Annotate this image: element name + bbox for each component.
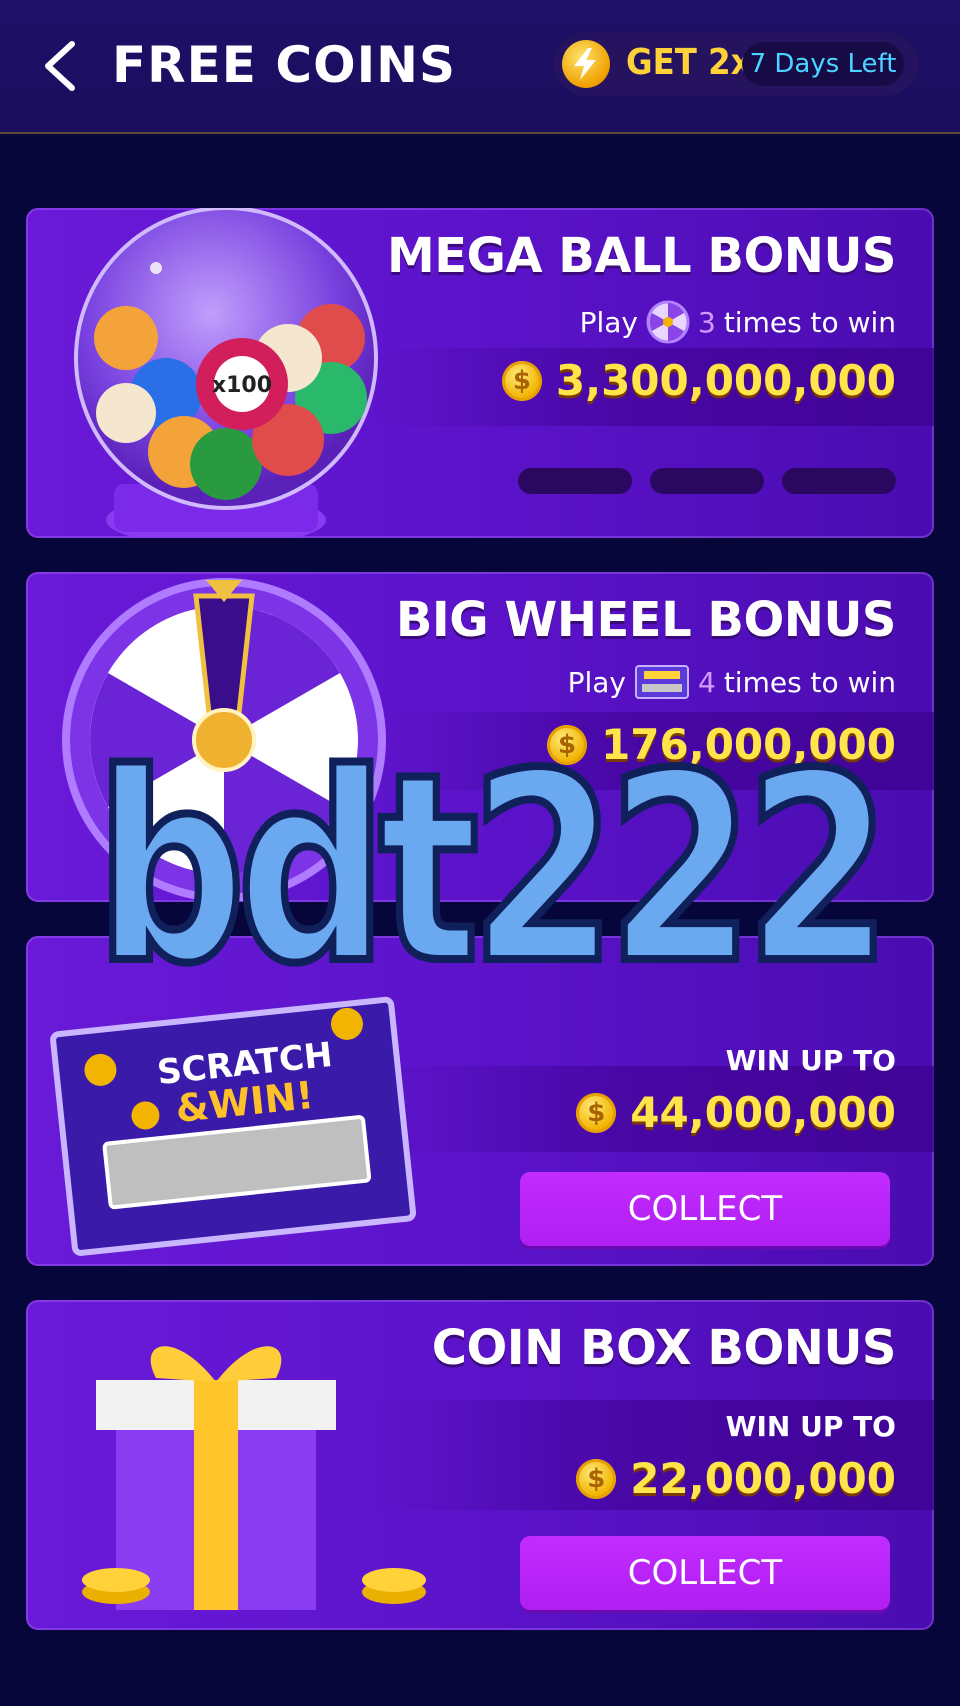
progress-bar: [518, 468, 896, 494]
card-title: MEGA BALL BONUS: [386, 228, 897, 284]
collect-button[interactable]: COLLECT: [520, 1536, 890, 1610]
gift-box-icon: [82, 1346, 426, 1610]
boost-label: GET 2x: [626, 42, 752, 83]
coin-icon: $: [501, 360, 542, 401]
amount-value: 22,000,000: [630, 1454, 896, 1503]
top-bar: FREE COINS GET 2x 7 Days Left: [0, 0, 960, 134]
reward-amount: $ 22,000,000: [576, 1454, 896, 1503]
win-up-to-label: WIN UP TO: [726, 1410, 896, 1443]
play-requirement: Play 3 times to win: [580, 300, 896, 344]
play-count: 3: [697, 305, 716, 339]
lightning-bolt-icon: [562, 40, 610, 88]
play-count: 4: [697, 665, 716, 699]
reward-amount: $ 44,000,000: [576, 1088, 896, 1137]
play-suffix: times to win: [723, 305, 896, 339]
play-requirement: Play 4 times to win: [568, 664, 896, 700]
days-left-badge: 7 Days Left: [742, 42, 904, 86]
play-prefix: Play: [579, 305, 638, 339]
progress-segment: [650, 468, 764, 494]
win-up-to-text: WIN UP TO: [725, 1044, 896, 1077]
svg-text:x100: x100: [212, 373, 272, 398]
scratch-card-game-icon: [634, 665, 689, 699]
amount-value: 44,000,000: [630, 1088, 896, 1137]
coin-icon: $: [576, 1092, 617, 1133]
play-prefix: Play: [567, 665, 626, 699]
collect-button[interactable]: COLLECT: [520, 1172, 890, 1246]
reward-amount: $ 3,300,000,000: [501, 356, 896, 405]
coin-boost-badge[interactable]: GET 2x 7 Days Left: [554, 32, 918, 96]
card-title: COIN BOX BONUS: [431, 1320, 897, 1376]
page-title: FREE COINS: [112, 36, 457, 94]
back-arrow-icon[interactable]: [40, 38, 84, 94]
play-suffix: times to win: [723, 665, 896, 699]
amount-value: 3,300,000,000: [555, 356, 896, 405]
coin-box-bonus-card[interactable]: COIN BOX BONUS WIN UP TO $ 22,000,000 CO…: [26, 1300, 934, 1630]
mega-ball-bonus-card[interactable]: x100 MEGA BALL BONUS Play 3 times to win…: [26, 208, 934, 538]
watermark-text: bdt222: [91, 719, 895, 1021]
progress-segment: [782, 468, 896, 494]
progress-segment: [518, 468, 632, 494]
win-up-to-label: WIN UP TO: [726, 1044, 896, 1077]
coin-icon: $: [576, 1458, 617, 1499]
wheel-game-icon: [646, 300, 690, 344]
lottery-globe-icon: x100: [74, 208, 378, 538]
win-up-to-text: WIN UP TO: [725, 1410, 896, 1443]
card-title: BIG WHEEL BONUS: [395, 592, 897, 648]
